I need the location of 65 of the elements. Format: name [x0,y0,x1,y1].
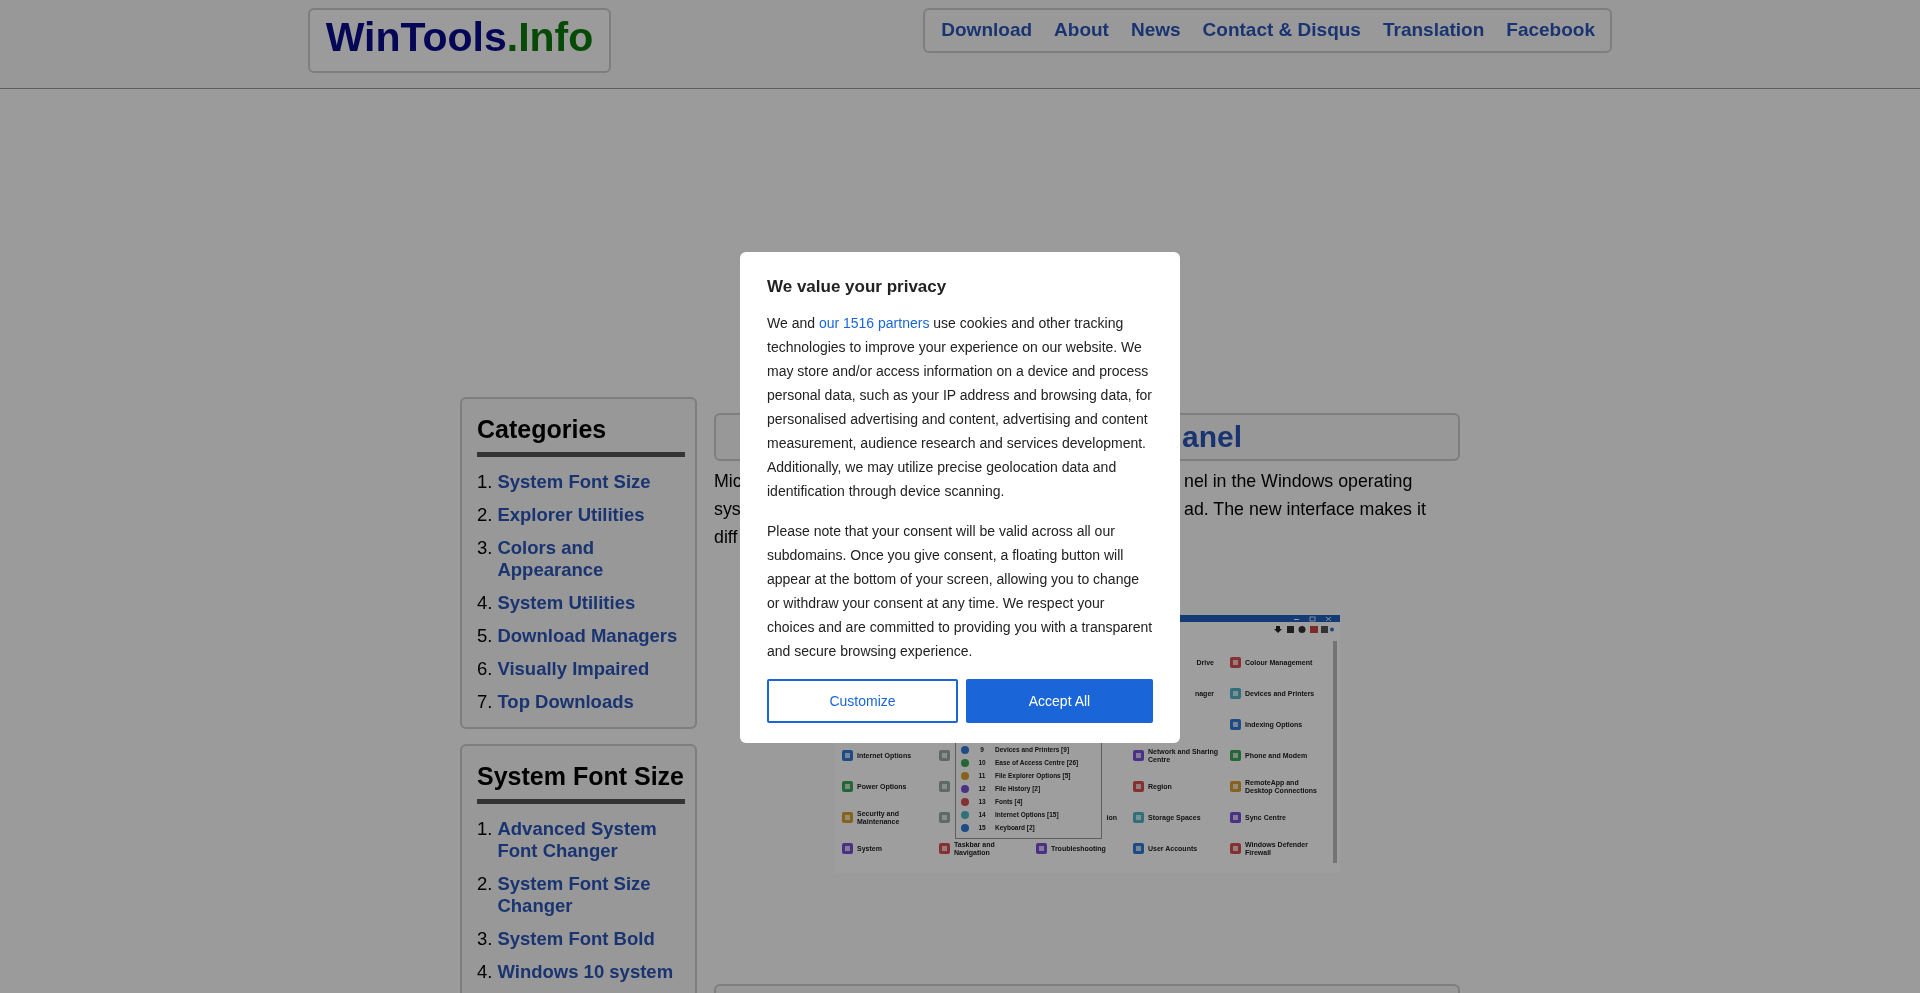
app-icon[interactable] [1133,812,1144,823]
nav-link[interactable]: Facebook [1506,19,1595,41]
sidebar-link[interactable]: Windows 10 system [497,961,674,983]
nav-link[interactable]: About [1054,19,1109,41]
app-icon[interactable] [1230,719,1241,730]
sidebar-heading: System Font Size [477,762,685,791]
sidebar-heading: Categories [477,415,608,444]
sidebar-link[interactable]: Advanced System Font Changer [497,818,685,862]
app-icon[interactable] [842,781,853,792]
sidebar-link[interactable]: System Utilities [497,592,636,614]
app-icon[interactable] [842,843,853,854]
site-logo[interactable]: WinTools.Info [308,8,611,73]
list-number: 7. [477,691,493,713]
article-title: anel [1182,420,1243,454]
dialog-title: We value your privacy [767,277,948,297]
nav-link[interactable]: Contact & Disqus [1202,19,1361,41]
list-number: 3. [477,928,493,950]
list-number: 2. [477,504,493,526]
list-number: 3. [477,537,493,560]
app-icon[interactable] [1133,843,1144,854]
sidebar-link[interactable]: System Font Bold [497,928,655,950]
app-icon[interactable] [939,812,950,823]
consent-button[interactable]: Accept All [966,679,1153,723]
app-icon[interactable] [1133,750,1144,761]
consent-button[interactable]: Customize [767,679,958,723]
nav-link[interactable]: Download [941,19,1033,41]
consent-note: Please note that your consent will be valid across all our subdomains. Once you give consent, a floating button will appear at the bottom of your screen, allowing you to change or withdraw your consent at any time. We respect your choices and are committed to providing you with a transparent and secure browsing experience. [767,522,1153,661]
list-number: 2. [477,873,493,896]
app-icon[interactable] [1230,781,1241,792]
app-icon[interactable] [939,750,950,761]
toolbar-drawing [1274,625,1334,634]
sidebar-link[interactable]: Explorer Utilities [497,504,645,526]
app-icon[interactable] [1230,750,1241,761]
app-icon[interactable] [842,750,853,761]
sidebar-link[interactable]: System Font Size Changer [497,873,685,917]
list-number: 1. [477,818,493,841]
sidebar-link[interactable]: Visually Impaired [497,658,650,680]
scrollbar[interactable] [1333,641,1337,863]
list-number: 4. [477,961,493,983]
app-icon[interactable] [1230,843,1241,854]
sidebar-link[interactable]: System Font Size [497,471,651,493]
list-number: 5. [477,625,493,647]
app-icon[interactable] [1230,688,1241,699]
app-icon[interactable] [939,843,950,854]
intro-text: diff [714,526,738,549]
intro-text: sys [714,498,741,521]
list-number: 6. [477,658,493,680]
app-icon[interactable] [1036,843,1047,854]
list-number: 4. [477,592,493,614]
intro-text: nel in the Windows operating [1184,470,1413,493]
app-icon[interactable] [939,781,950,792]
app-icon[interactable] [1133,781,1144,792]
partners-link[interactable]: our 1516 partners [818,315,930,331]
nav-link[interactable]: Translation [1382,19,1485,41]
sidebar-link[interactable]: Colors and Appearance [497,537,685,581]
app-icon[interactable] [842,812,853,823]
nav-link[interactable]: News [1130,19,1181,41]
consent-text: We and our 1516 partners use cookies and other tracking technologies to improve your experience on our website. We may store and/or access information on a device and process personal data, such as your IP address and browsing data, for personalised advertising and content, advertising and content measurement, audience research and services development. Additionally, we may utilize precise geolocation data and identification through device scanning. [767,314,1153,501]
app-icon[interactable] [1230,657,1241,668]
list-number: 1. [477,471,493,493]
intro-text: ad. The new interface makes it [1184,498,1426,521]
sidebar-link[interactable]: Top Downloads [497,691,634,713]
sidebar-link[interactable]: Download Managers [497,625,678,647]
intro-text: Mic [714,470,742,493]
app-icon[interactable] [1230,812,1241,823]
